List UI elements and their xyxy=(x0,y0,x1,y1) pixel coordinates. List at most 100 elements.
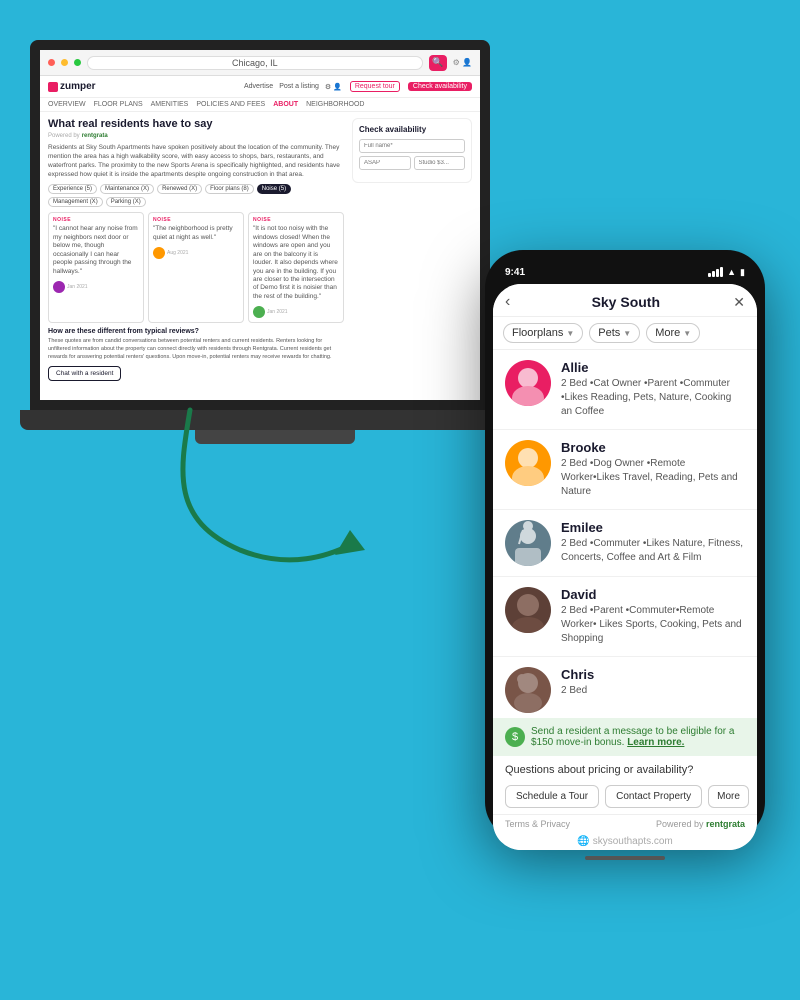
schedule-tour-button[interactable]: Schedule a Tour xyxy=(505,785,599,808)
resident-tags-emilee: 2 Bed •Commuter •Likes Nature, Fitness, … xyxy=(561,537,745,565)
powered-by-row: Powered by rentgrata xyxy=(48,133,344,139)
resident-name-emilee: Emilee xyxy=(561,520,745,535)
noise-label-2: NOISE xyxy=(153,217,239,223)
resident-item-david[interactable]: David 2 Bed •Parent •Commuter•Remote Wor… xyxy=(493,577,757,657)
bonus-learn-more-link[interactable]: Learn more. xyxy=(627,737,684,748)
rentgrata-footer-logo: rentgrata xyxy=(706,819,745,829)
more-options-button[interactable]: More xyxy=(708,785,749,808)
signal-icon xyxy=(708,267,723,277)
floorplans-chevron: ▼ xyxy=(566,329,574,338)
contact-property-button[interactable]: Contact Property xyxy=(605,785,702,808)
tag-noise[interactable]: Noise (5) xyxy=(257,184,291,194)
laptop-screen: Chicago, IL 🔍 ⚙ 👤 zumper Advertise Post … xyxy=(30,40,490,410)
phone-screen: ‹ Sky South ✕ Floorplans ▼ Pets ▼ More ▼ xyxy=(493,284,757,850)
powered-by-footer-label: Powered by xyxy=(656,819,704,829)
questions-section: Questions about pricing or availability? xyxy=(493,756,757,780)
more-chevron: ▼ xyxy=(683,329,691,338)
pets-filter[interactable]: Pets ▼ xyxy=(589,323,640,343)
subnav-about[interactable]: ABOUT xyxy=(273,101,298,108)
browser-search-button[interactable]: 🔍 xyxy=(429,55,447,71)
phone-time: 9:41 xyxy=(505,267,525,278)
laptop-base xyxy=(20,410,500,430)
nav-advertise[interactable]: Advertise xyxy=(244,83,273,91)
floorplans-filter[interactable]: Floorplans ▼ xyxy=(503,323,583,343)
how-different-body: These quotes are from candid conversatio… xyxy=(48,338,344,361)
resident-avatar-emilee xyxy=(505,520,551,566)
chat-with-resident-button[interactable]: Chat with a resident xyxy=(48,366,121,381)
resident-info-chris: Chris 2 Bed xyxy=(561,667,745,698)
review-meta-2: Aug 2021 xyxy=(153,247,239,259)
resident-name-allie: Allie xyxy=(561,360,745,375)
resident-avatar-chris xyxy=(505,667,551,713)
reviewer-avatar-1 xyxy=(53,281,65,293)
tag-management[interactable]: Management (X) xyxy=(48,197,103,207)
phone-header: ‹ Sky South ✕ xyxy=(493,284,757,317)
subnav-floorplans[interactable]: FLOOR PLANS xyxy=(94,101,143,108)
resident-item-allie[interactable]: Allie 2 Bed •Cat Owner •Parent •Commuter… xyxy=(493,350,757,430)
nav-icons: ⚙ 👤 xyxy=(325,83,342,91)
full-name-field[interactable] xyxy=(359,139,465,153)
resident-item-chris[interactable]: Chris 2 Bed xyxy=(493,657,757,718)
phone-status-bar: 9:41 ▲ ▮ xyxy=(493,262,757,282)
resident-item-emilee[interactable]: Emilee 2 Bed •Commuter •Likes Nature, Fi… xyxy=(493,510,757,577)
resident-avatar-david xyxy=(505,587,551,633)
subnav-neighborhood[interactable]: NEIGHBORHOOD xyxy=(306,101,364,108)
check-avail-heading: Check availability xyxy=(359,125,465,134)
resident-info-david: David 2 Bed •Parent •Commuter•Remote Wor… xyxy=(561,587,745,646)
more-filter[interactable]: More ▼ xyxy=(646,323,700,343)
resident-name-chris: Chris xyxy=(561,667,745,682)
filter-row: Floorplans ▼ Pets ▼ More ▼ xyxy=(493,317,757,350)
tag-maintenance[interactable]: Maintenance (X) xyxy=(100,184,154,194)
noise-card-2: NOISE "The neighborhood is pretty quiet … xyxy=(148,212,244,323)
resident-tags-brooke: 2 Bed •Dog Owner •Remote Worker•Likes Tr… xyxy=(561,457,745,499)
bonus-text: Send a resident a message to be eligible… xyxy=(531,726,745,748)
phone-screen-title: Sky South xyxy=(518,294,733,310)
resident-avatar-brooke xyxy=(505,440,551,486)
noise-label-1: NOISE xyxy=(53,217,139,223)
resident-tags-allie: 2 Bed •Cat Owner •Parent •Commuter •Like… xyxy=(561,377,745,419)
date-floorplan-row xyxy=(359,156,465,173)
powered-by-label: Powered by xyxy=(48,133,80,139)
browser-max-dot xyxy=(74,59,81,66)
tag-renewed[interactable]: Renewed (X) xyxy=(157,184,202,194)
subnav-amenities[interactable]: AMENITIES xyxy=(151,101,189,108)
subnav-policies[interactable]: POLICIES AND FEES xyxy=(196,101,265,108)
bonus-icon: $ xyxy=(505,727,525,747)
tag-floorplans[interactable]: Floor plans (8) xyxy=(205,184,254,194)
laptop-stand xyxy=(195,430,355,444)
noise-text-3: "It is not too noisy with the windows cl… xyxy=(253,225,339,301)
how-different-heading: How are these different from typical rev… xyxy=(48,328,344,335)
browser-close-dot xyxy=(48,59,55,66)
subnav-overview[interactable]: OVERVIEW xyxy=(48,101,86,108)
website-url[interactable]: skysouthapts.com xyxy=(593,836,673,847)
residents-list: Allie 2 Bed •Cat Owner •Parent •Commuter… xyxy=(493,350,757,718)
review-date-1: Jan 2021 xyxy=(67,284,88,290)
browser-min-dot xyxy=(61,59,68,66)
phone-back-button[interactable]: ‹ xyxy=(505,294,510,310)
website-row: 🌐 skysouthapts.com xyxy=(493,833,757,850)
noise-review-cards: NOISE "I cannot hear any noise from my n… xyxy=(48,212,344,323)
more-label: More xyxy=(655,327,680,339)
review-meta-3: Jan 2021 xyxy=(253,306,339,318)
terms-privacy-link[interactable]: Terms & Privacy xyxy=(505,819,570,829)
noise-card-3: NOISE "It is not too noisy with the wind… xyxy=(248,212,344,323)
move-in-field[interactable] xyxy=(359,156,411,170)
phone-frame: 9:41 ▲ ▮ ‹ Sky South ✕ xyxy=(485,250,765,840)
request-tour-button[interactable]: Request tour xyxy=(350,81,400,92)
resident-name-brooke: Brooke xyxy=(561,440,745,455)
nav-post-listing[interactable]: Post a listing xyxy=(279,83,319,91)
resident-info-emilee: Emilee 2 Bed •Commuter •Likes Nature, Fi… xyxy=(561,520,745,565)
sub-navbar: OVERVIEW FLOOR PLANS AMENITIES POLICIES … xyxy=(40,98,480,112)
zumper-logo: zumper xyxy=(48,81,96,92)
tag-experience[interactable]: Experience (5) xyxy=(48,184,97,194)
pets-chevron: ▼ xyxy=(623,329,631,338)
resident-name-david: David xyxy=(561,587,745,602)
filter-tags: Experience (5) Maintenance (X) Renewed (… xyxy=(48,184,344,207)
phone-close-button[interactable]: ✕ xyxy=(733,295,745,309)
resident-item-brooke[interactable]: Brooke 2 Bed •Dog Owner •Remote Worker•L… xyxy=(493,430,757,510)
floor-plan-field[interactable] xyxy=(414,156,466,170)
check-availability-button[interactable]: Check availability xyxy=(408,82,472,91)
check-availability-panel: Check availability xyxy=(352,118,472,378)
noise-card-1: NOISE "I cannot hear any noise from my n… xyxy=(48,212,144,323)
tag-parking[interactable]: Parking (X) xyxy=(106,197,146,207)
